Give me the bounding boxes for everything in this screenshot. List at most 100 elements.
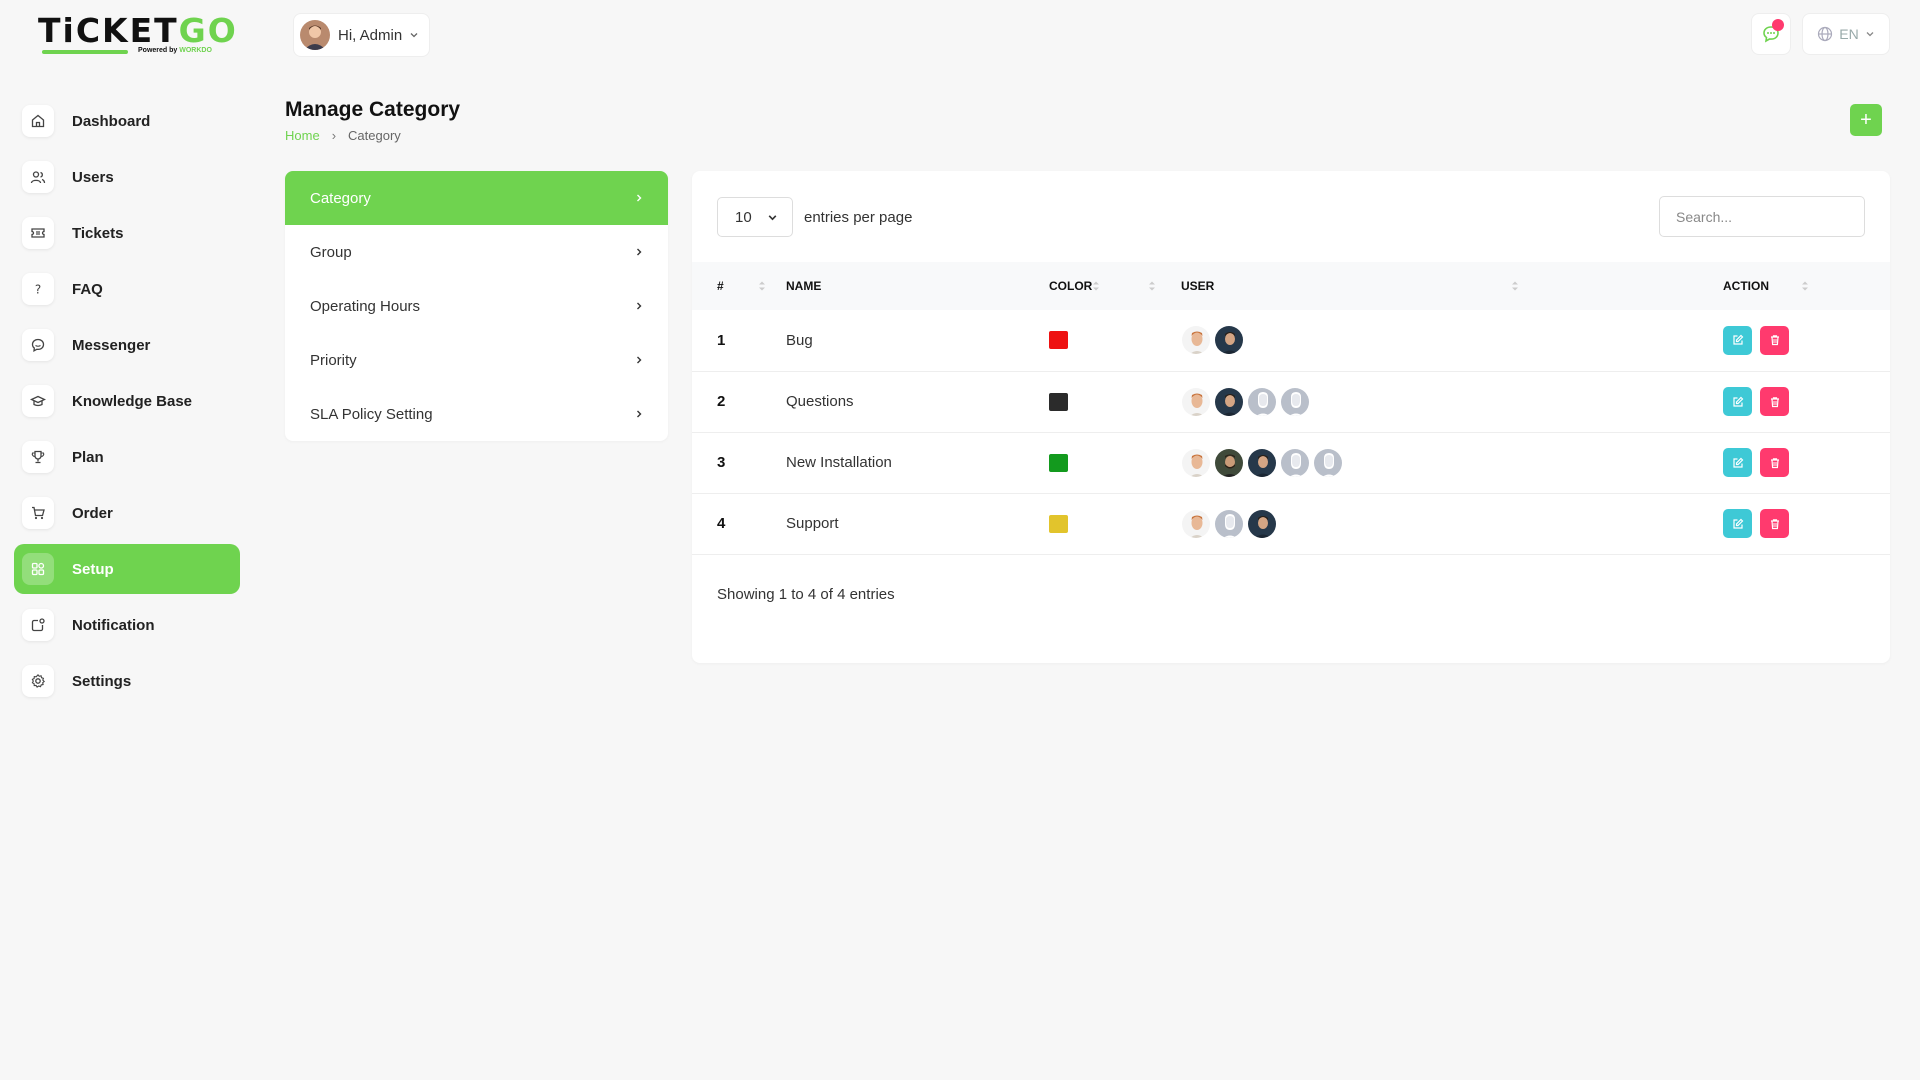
question-icon: ? xyxy=(22,273,54,305)
sidebar-item-settings[interactable]: Settings xyxy=(14,656,240,706)
user-avatars xyxy=(1181,325,1518,356)
trash-icon xyxy=(1770,335,1779,346)
sidebar-item-label: Order xyxy=(72,504,113,522)
color-swatch xyxy=(1049,331,1068,350)
user-avatars xyxy=(1181,447,1518,478)
sidebar-item-dashboard[interactable]: Dashboard xyxy=(14,96,240,146)
submenu-item-priority[interactable]: Priority xyxy=(285,333,668,387)
notification-dot xyxy=(1772,19,1784,31)
edit-button[interactable] xyxy=(1723,325,1752,355)
sidebar-item-users[interactable]: Users xyxy=(14,152,240,202)
edit-button[interactable] xyxy=(1723,509,1752,538)
sidebar-item-messenger[interactable]: Messenger xyxy=(14,320,240,370)
delete-button[interactable] xyxy=(1760,325,1789,355)
trash-icon xyxy=(1770,457,1779,468)
column-header-action[interactable]: ACTION xyxy=(1518,262,1890,310)
submenu-item-operating-hours[interactable]: Operating Hours xyxy=(285,279,668,333)
sidebar-item-label: Plan xyxy=(72,448,104,466)
user-avatar xyxy=(1214,325,1244,356)
setup-submenu: Category Group Operating Hours Priority … xyxy=(285,171,668,441)
edit-icon xyxy=(1732,457,1743,468)
sidebar-item-order[interactable]: Order xyxy=(14,488,240,538)
delete-button[interactable] xyxy=(1760,387,1789,416)
grid-icon xyxy=(22,553,54,585)
users-icon xyxy=(22,161,54,193)
table-row: 2 Questions xyxy=(692,371,1890,432)
sidebar-item-knowledge-base[interactable]: Knowledge Base xyxy=(14,376,240,426)
sidebar-item-notification[interactable]: Notification xyxy=(14,600,240,650)
edit-button[interactable] xyxy=(1723,448,1752,477)
sort-icon xyxy=(1149,281,1155,291)
category-name: Support xyxy=(786,515,839,532)
chevron-right-icon xyxy=(637,248,642,256)
color-swatch xyxy=(1049,392,1068,411)
search-input[interactable] xyxy=(1659,196,1865,237)
table-info: Showing 1 to 4 of 4 entries xyxy=(717,586,895,603)
submenu-item-label: Group xyxy=(310,243,352,261)
entries-label: entries per page xyxy=(804,208,913,226)
row-number: 2 xyxy=(717,393,726,410)
row-number: 4 xyxy=(717,515,726,532)
submenu-item-category[interactable]: Category xyxy=(285,171,668,225)
add-category-button[interactable]: + xyxy=(1850,104,1882,136)
row-number: 3 xyxy=(717,454,726,471)
table-row: 3 New Installation xyxy=(692,432,1890,493)
logo-underline xyxy=(42,50,128,54)
default-avatar xyxy=(1214,508,1244,539)
submenu-item-group[interactable]: Group xyxy=(285,225,668,279)
chevron-right-icon xyxy=(637,356,642,364)
user-avatar xyxy=(1214,447,1244,478)
messages-button[interactable] xyxy=(1751,13,1791,55)
sidebar-item-label: Knowledge Base xyxy=(72,392,193,410)
user-avatars xyxy=(1181,508,1518,539)
submenu-item-sla-policy-setting[interactable]: SLA Policy Setting xyxy=(285,387,668,441)
user-menu[interactable]: Hi, Admin xyxy=(293,13,430,57)
trash-icon xyxy=(1770,396,1779,407)
entries-value: 10 xyxy=(735,208,752,226)
delete-button[interactable] xyxy=(1760,448,1789,477)
category-table: # NAME COLOR USER ACTION 1 Bug 2 Questio… xyxy=(692,262,1890,555)
language-selector[interactable]: EN xyxy=(1802,13,1890,55)
edit-button[interactable] xyxy=(1723,387,1752,416)
default-avatar xyxy=(1247,386,1277,417)
category-name: New Installation xyxy=(786,454,892,471)
sidebar-item-label: Settings xyxy=(72,672,132,690)
breadcrumb-current: Category xyxy=(348,128,401,143)
sidebar-item-label: Users xyxy=(72,168,114,186)
brand-logo[interactable]: TiCKETGO Powered by WORKDO xyxy=(38,11,238,58)
sidebar-item-label: Dashboard xyxy=(72,112,151,130)
column-header-user[interactable]: USER xyxy=(1164,262,1518,310)
logo-powered-by: Powered by WORKDO xyxy=(138,47,212,54)
category-name: Bug xyxy=(786,331,813,349)
submenu-item-label: SLA Policy Setting xyxy=(310,405,433,423)
sidebar-item-tickets[interactable]: Tickets xyxy=(14,208,240,258)
column-header-num[interactable]: # xyxy=(692,262,770,310)
delete-button[interactable] xyxy=(1760,509,1789,538)
ticket-icon xyxy=(22,217,54,249)
sidebar-item-setup[interactable]: Setup xyxy=(14,544,240,594)
category-table-card: 10 entries per page # NAME COLOR xyxy=(692,171,1890,663)
trash-icon xyxy=(1770,518,1779,529)
sidebar: Dashboard Users Tickets ? FAQ Messenger … xyxy=(14,96,240,712)
color-swatch xyxy=(1049,453,1068,472)
column-header-color[interactable]: COLOR xyxy=(1032,262,1164,310)
home-icon xyxy=(22,105,54,137)
sidebar-item-label: Messenger xyxy=(72,336,151,354)
globe-icon xyxy=(1818,26,1833,42)
column-header-name[interactable]: NAME xyxy=(770,262,1099,310)
submenu-item-label: Category xyxy=(310,189,371,207)
cart-icon xyxy=(22,497,54,529)
sidebar-item-faq[interactable]: ? FAQ xyxy=(14,264,240,314)
table-row: 4 Support xyxy=(692,493,1890,554)
trophy-icon xyxy=(22,441,54,473)
sidebar-item-label: Setup xyxy=(72,560,114,578)
submenu-item-label: Operating Hours xyxy=(310,297,421,315)
table-row: 1 Bug xyxy=(692,310,1890,371)
sidebar-item-plan[interactable]: Plan xyxy=(14,432,240,482)
row-number: 1 xyxy=(717,331,726,349)
logo-wordmark: TiCKETGO xyxy=(38,11,238,50)
edit-icon xyxy=(1732,518,1743,529)
category-name: Questions xyxy=(786,393,854,410)
entries-select[interactable]: 10 xyxy=(717,197,793,237)
breadcrumb-home-link[interactable]: Home xyxy=(285,128,320,143)
